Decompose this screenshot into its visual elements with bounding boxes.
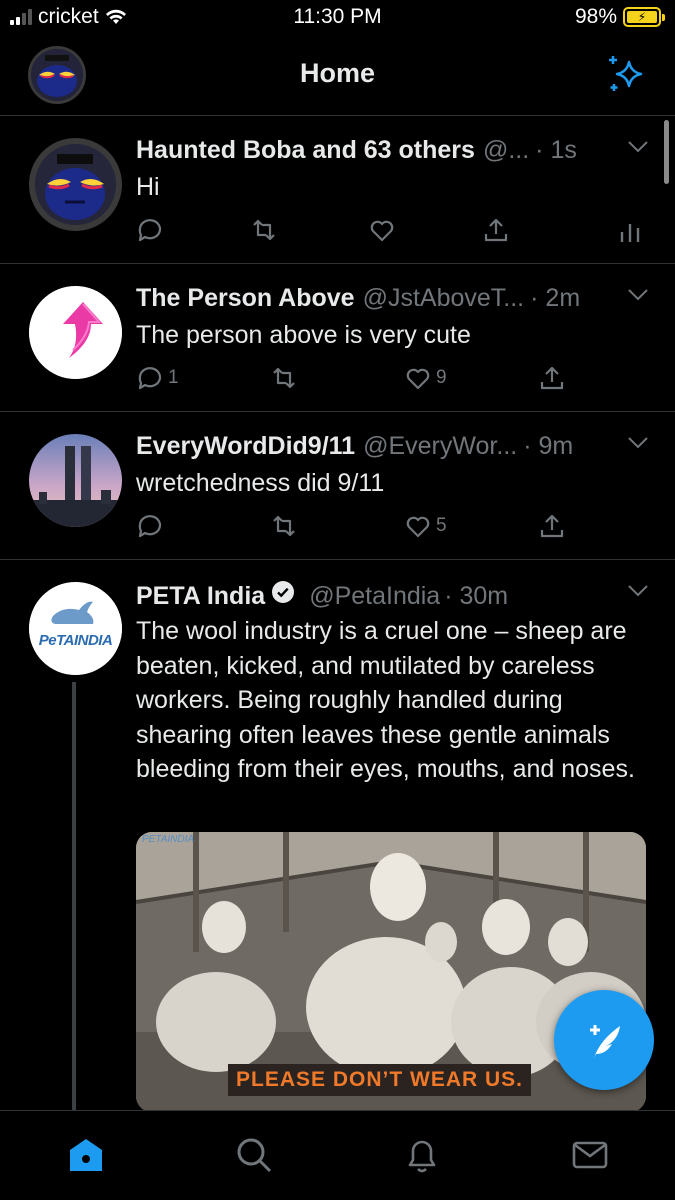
like-button[interactable]: [368, 216, 400, 244]
reply-count: 1: [168, 367, 179, 388]
tweet-timestamp: · 2m: [530, 284, 581, 312]
reply-button[interactable]: 1: [136, 364, 179, 392]
thread-connector: [72, 682, 76, 1110]
scrollbar[interactable]: [664, 120, 669, 184]
search-icon[interactable]: [234, 1135, 274, 1175]
battery-group: 98% ⚡: [574, 5, 665, 29]
avatar-brand-text: PeTAINDIA: [38, 632, 113, 649]
top-header: Home: [0, 36, 675, 116]
retweet-icon: [253, 219, 275, 241]
tweet-header: Haunted Boba and 63 others @... · 1s: [136, 136, 649, 165]
tweet-avatar[interactable]: [29, 434, 122, 527]
reply-icon: [138, 367, 162, 390]
tweet-text: The wool industry is a cruel one – sheep…: [136, 617, 635, 783]
battery-percent: 98%: [574, 5, 617, 28]
clock: 11:30 PM: [293, 5, 382, 28]
tweet-actions: 5: [136, 512, 645, 546]
chevron-down-icon[interactable]: [627, 584, 649, 598]
heart-icon: [370, 220, 394, 242]
tweet-header: The Person Above @JstAboveT... · 2m: [136, 284, 649, 313]
tweet-author-name[interactable]: PETA India: [136, 582, 265, 611]
timeline[interactable]: Haunted Boba and 63 others @... · 1s Hi: [0, 116, 675, 1110]
tweet[interactable]: Haunted Boba and 63 others @... · 1s Hi: [0, 116, 675, 264]
media-watermark: PETAINDIA: [142, 834, 195, 845]
tweet-avatar[interactable]: PeTAINDIA: [29, 582, 122, 675]
tweet-actions: 1 9: [136, 364, 645, 398]
analytics-icon: [620, 224, 640, 242]
tweet-header: PETA India @PetaIndia · 30m: [136, 580, 649, 611]
compose-tweet-button[interactable]: [554, 990, 654, 1090]
battery-icon: ⚡: [623, 7, 665, 27]
verified-badge-icon: [272, 581, 295, 603]
status-bar: cricket 11:30 PM 98% ⚡: [0, 0, 675, 36]
reply-button[interactable]: [136, 512, 168, 540]
retweet-icon: [273, 515, 295, 537]
tweet-header: EveryWordDid9/11 @EveryWor... · 9m: [136, 432, 649, 461]
chevron-down-icon[interactable]: [627, 436, 649, 450]
retweet-icon: [273, 367, 295, 389]
sparkle-icon[interactable]: [605, 54, 647, 96]
retweet-button[interactable]: [250, 216, 282, 244]
like-button[interactable]: 9: [404, 364, 447, 392]
like-count: 9: [436, 367, 447, 388]
home-icon[interactable]: [66, 1135, 106, 1175]
heart-icon: [406, 516, 430, 538]
tweet[interactable]: The Person Above @JstAboveT... · 2m The …: [0, 264, 675, 412]
share-button[interactable]: [538, 512, 566, 540]
tweet-text: wretchedness did 9/11: [136, 469, 385, 497]
like-count: 5: [436, 515, 447, 536]
reply-icon: [138, 515, 162, 538]
tweet-author-name[interactable]: The Person Above: [136, 284, 355, 313]
tweet-author-handle[interactable]: @EveryWor...: [363, 432, 517, 461]
chevron-down-icon[interactable]: [627, 140, 649, 154]
tweet-timestamp: · 9m: [523, 432, 574, 460]
tweet-avatar[interactable]: [29, 286, 122, 379]
tweet-timestamp: · 30m: [444, 582, 509, 610]
mail-icon[interactable]: [570, 1135, 610, 1175]
reply-button[interactable]: [136, 216, 168, 244]
tweet[interactable]: EveryWordDid9/11 @EveryWor... · 9m wretc…: [0, 412, 675, 560]
chevron-down-icon[interactable]: [627, 288, 649, 302]
retweet-button[interactable]: [270, 512, 302, 540]
tweet-author-handle[interactable]: @...: [483, 136, 529, 165]
share-icon: [540, 514, 564, 538]
heart-icon: [406, 368, 430, 390]
share-icon: [540, 366, 564, 390]
page-title: Home: [299, 58, 375, 88]
tweet-text: The person above is very cute: [136, 321, 471, 349]
retweet-button[interactable]: [270, 364, 302, 392]
tweet-author-name[interactable]: EveryWordDid9/11: [136, 432, 355, 461]
bell-icon[interactable]: [402, 1135, 442, 1175]
tweet-author-handle[interactable]: @JstAboveT...: [363, 284, 525, 313]
tweet-text: Hi: [136, 173, 160, 201]
media-caption: PLEASE DON’T WEAR US.: [228, 1064, 532, 1096]
tweet-timestamp: · 1s: [535, 136, 577, 164]
tweet-actions: [136, 216, 645, 250]
feather-plus-icon: [590, 1025, 620, 1058]
reply-icon: [138, 219, 162, 242]
analytics-button[interactable]: [616, 216, 644, 244]
tweet-author-name[interactable]: Haunted Boba and 63 others: [136, 136, 475, 165]
tweet-avatar[interactable]: [29, 138, 122, 231]
like-button[interactable]: 5: [404, 512, 447, 540]
share-button[interactable]: [538, 364, 566, 392]
bottom-tab-bar: [0, 1110, 675, 1200]
share-icon: [484, 218, 508, 242]
share-button[interactable]: [482, 216, 510, 244]
tweet-author-handle[interactable]: @PetaIndia: [309, 582, 440, 611]
